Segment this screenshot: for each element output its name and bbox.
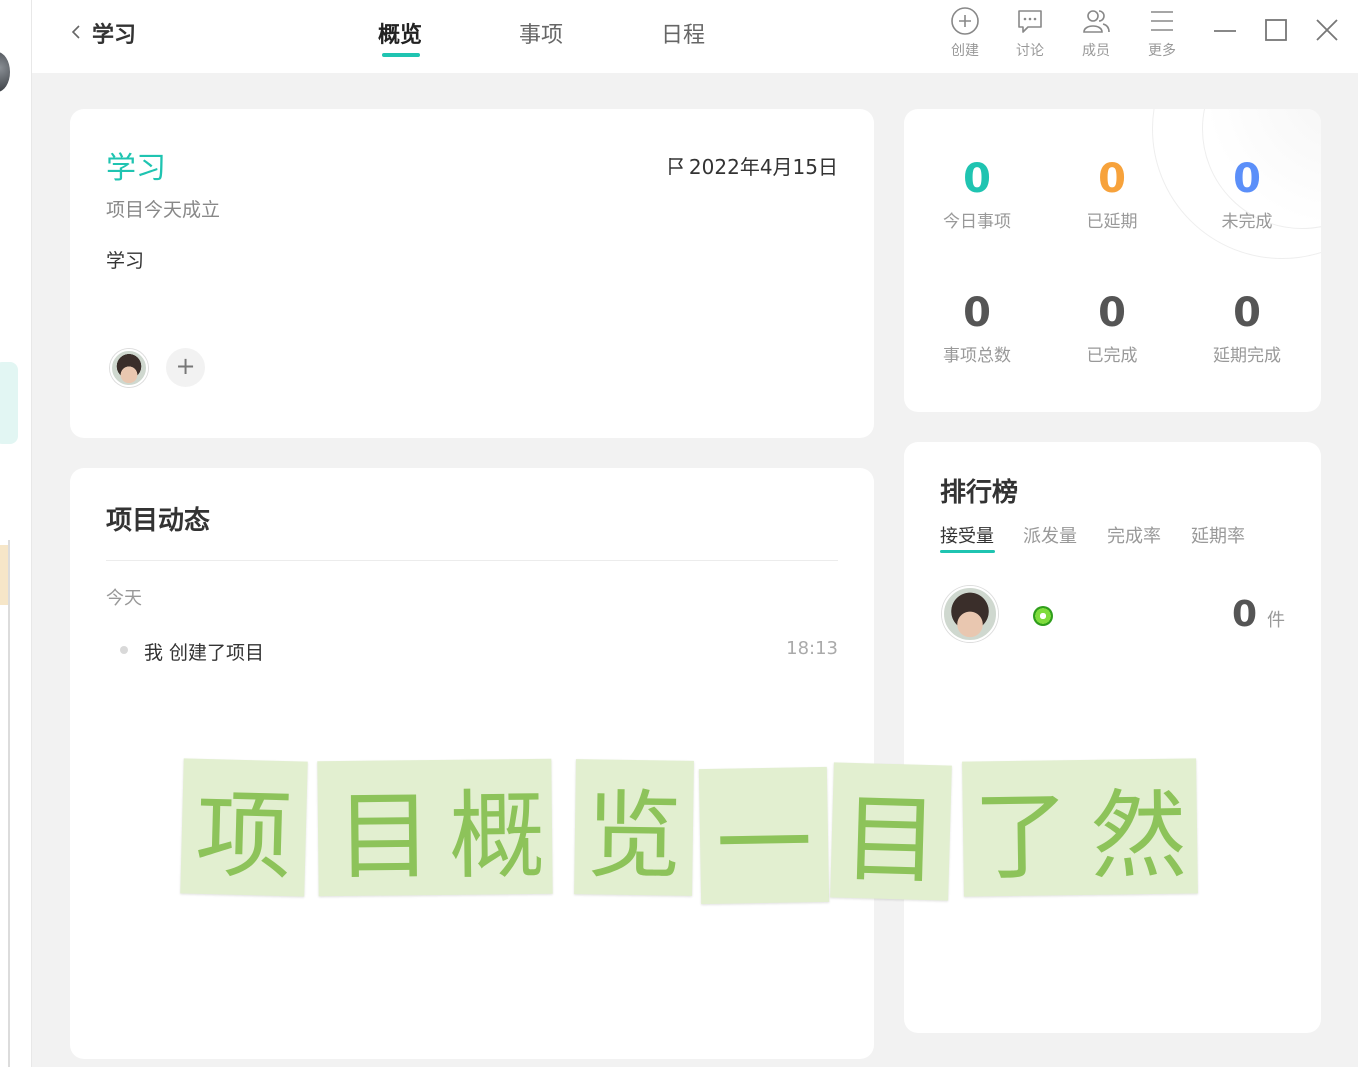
chevron-left-icon (71, 25, 80, 39)
banner-char: 览 (574, 759, 694, 896)
close-button[interactable] (1313, 16, 1341, 44)
create-label: 创建 (951, 43, 979, 59)
project-info-card: 学习 2022年4月15日 项目今天成立 学习 + (70, 109, 874, 438)
stat-label: 事项总数 (943, 346, 1011, 366)
banner-char: 然 (1089, 779, 1188, 893)
stat-label: 今日事项 (943, 212, 1011, 232)
stat-total-items[interactable]: 0 事项总数 (909, 289, 1045, 366)
project-subtitle: 项目今天成立 (106, 199, 221, 221)
discuss-label: 讨论 (1016, 43, 1044, 59)
divider (106, 560, 838, 561)
stat-value: 0 (963, 156, 991, 202)
stat-overdue[interactable]: 0 已延期 (1044, 155, 1180, 232)
members-button[interactable]: 成员 (1071, 6, 1121, 60)
tab-tasks[interactable]: 事项 (519, 17, 563, 49)
flag-icon (669, 157, 683, 175)
ranking-title: 排行榜 (940, 478, 1019, 508)
project-name: 学习 (92, 23, 137, 48)
activity-title: 项目动态 (106, 506, 211, 536)
tab-overview[interactable]: 概览 (378, 17, 422, 49)
minimize-icon (1214, 30, 1236, 32)
bullet-dot-icon (120, 646, 128, 654)
project-title: 学习 (106, 151, 166, 186)
stat-label: 未完成 (1221, 212, 1273, 232)
project-date-text: 2022年4月15日 (688, 155, 838, 179)
maximize-icon (1265, 19, 1287, 41)
discuss-button[interactable]: 讨论 (1005, 6, 1055, 60)
rank-tab-completion-rate[interactable]: 完成率 (1107, 522, 1161, 548)
promo-banner: 项 目 概 览 一 目 了 然 (180, 758, 1200, 905)
activity-item[interactable]: 我 创建了项目 18:13 (106, 636, 838, 664)
stat-label: 已完成 (1086, 346, 1138, 366)
background-avatar (0, 52, 10, 92)
stats-card: 0 今日事项 0 已延期 0 未完成 0 事项总数 0 已完成 0 延期完成 (904, 109, 1321, 412)
active-rank-tab-indicator (940, 550, 995, 553)
background-window-strip (0, 0, 32, 1067)
members-icon (1083, 10, 1110, 33)
stat-incomplete[interactable]: 0 未完成 (1179, 155, 1315, 232)
tab-schedule[interactable]: 日程 (661, 17, 705, 49)
member-avatar[interactable] (110, 349, 148, 387)
ranking-user-avatar[interactable] (942, 586, 998, 642)
create-button[interactable]: 创建 (940, 6, 990, 60)
background-selected-item (0, 362, 18, 444)
stat-completed-late[interactable]: 0 延期完成 (1179, 289, 1315, 366)
minimize-button[interactable] (1211, 16, 1239, 44)
more-label: 更多 (1148, 43, 1176, 59)
rank-tab-assigned[interactable]: 派发量 (1023, 522, 1077, 548)
ranking-card: 排行榜 接受量 派发量 完成率 延期率 0 件 (904, 442, 1321, 1033)
plus-circle-icon (951, 7, 979, 35)
stat-label: 延期完成 (1213, 346, 1281, 366)
more-button[interactable]: 更多 (1137, 6, 1187, 60)
rank-tab-overdue-rate[interactable]: 延期率 (1191, 522, 1245, 548)
chat-icon (1018, 10, 1042, 33)
banner-char: 项 (180, 758, 308, 897)
rank-tab-accepted[interactable]: 接受量 (940, 522, 994, 548)
stat-today-items[interactable]: 0 今日事项 (909, 155, 1045, 232)
active-tab-indicator (382, 53, 420, 57)
back-button[interactable] (68, 24, 84, 40)
stat-value: 0 (1233, 156, 1261, 202)
activity-day-label: 今天 (106, 588, 142, 609)
stat-value: 0 (1098, 290, 1126, 336)
menu-icon (1151, 11, 1173, 31)
banner-char: 一 (698, 766, 830, 905)
stat-value: 0 (1233, 290, 1261, 336)
stat-label: 已延期 (1086, 212, 1138, 232)
banner-char: 目 (830, 762, 952, 901)
members-label: 成员 (1082, 43, 1110, 59)
activity-text: 我 创建了项目 (144, 642, 265, 664)
project-date[interactable]: 2022年4月15日 (667, 151, 838, 180)
ranking-count-unit: 件 (1267, 610, 1285, 631)
stat-value: 0 (1098, 156, 1126, 202)
maximize-button[interactable] (1262, 16, 1290, 44)
top-bar: 学习 概览 事项 日程 创建 讨论 成员 更多 (32, 0, 1358, 73)
banner-char: 概 (448, 779, 546, 893)
stat-value: 0 (963, 290, 991, 336)
close-icon (1316, 19, 1338, 41)
stat-completed[interactable]: 0 已完成 (1044, 289, 1180, 366)
online-status-icon (1033, 606, 1053, 626)
ranking-count: 0 件 (1232, 594, 1285, 635)
background-divider (8, 540, 10, 1067)
project-description: 学习 (106, 250, 145, 272)
add-member-button[interactable]: + (166, 348, 205, 387)
activity-time: 18:13 (786, 638, 838, 659)
ranking-count-value: 0 (1231, 594, 1257, 635)
